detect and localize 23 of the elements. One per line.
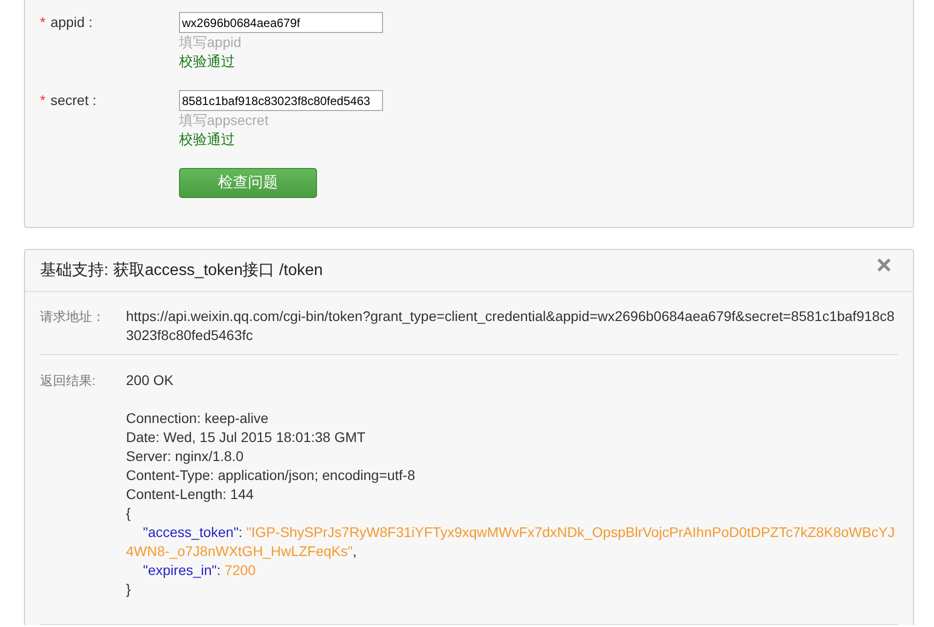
- panel-title: 基础支持: 获取access_token接口 /token: [40, 260, 323, 281]
- json-brace: {: [126, 504, 132, 523]
- response-header-line: Server: nginx/1.8.0: [126, 447, 245, 466]
- request-url: https://api.weixin.qq.com/cgi-bin/token?grant_type=client_credential&appid=wx2696b0684aea679f&secret=8581c1baf918c83023f8c80fed5463fc: [126, 307, 896, 345]
- validation-message: 校验通过: [179, 52, 236, 71]
- response-header-line: Content-Type: application/json; encoding=utf-8: [126, 466, 416, 485]
- validation-message: 校验通过: [179, 130, 236, 149]
- close-icon[interactable]: [877, 258, 891, 272]
- help-text: 填写appid: [179, 33, 242, 52]
- json-line: "expires_in": 7200: [142, 561, 257, 580]
- field-label: * appid :: [40, 13, 94, 32]
- response-header-line: Connection: keep-alive: [126, 409, 270, 428]
- response-label: 返回结果:: [40, 372, 97, 390]
- status-line: 200 OK: [126, 371, 174, 390]
- json-brace: }: [126, 580, 132, 599]
- text-field[interactable]: wx2696b0684aea679f: [179, 12, 383, 33]
- request-label: 请求地址：: [40, 308, 106, 326]
- response-header-line: Date: Wed, 15 Jul 2015 18:01:38 GMT: [126, 428, 366, 447]
- response-header-line: Content-Length: 144: [126, 485, 255, 504]
- text-field[interactable]: 8581c1baf918c83023f8c80fed5463: [179, 90, 383, 111]
- field-label: * secret :: [40, 91, 98, 110]
- help-text: 填写appsecret: [179, 111, 270, 130]
- json-line: "access_token": "IGP-ShySPrJs7RyW8F31iYFTyx9xqwMWvFx7dxNDk_OpspBlrVojcPrAIhnPoD0tDPZTc7kZ8K8oWBcYJ4WN8-_o7J8nWXtGH_HwLZFeqKs",: [126, 523, 896, 561]
